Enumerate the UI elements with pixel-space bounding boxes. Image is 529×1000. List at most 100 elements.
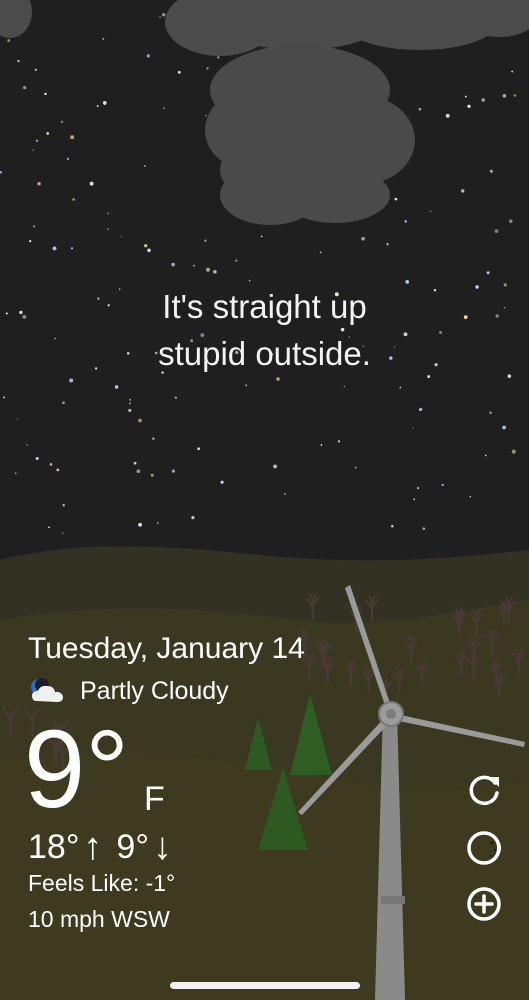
star [35, 457, 39, 460]
star [52, 246, 57, 251]
star [29, 239, 32, 243]
star [138, 522, 142, 527]
star [14, 472, 17, 475]
star [49, 463, 53, 466]
star [412, 427, 414, 430]
star [467, 104, 471, 108]
add-location-icon [467, 887, 501, 921]
star [16, 418, 19, 420]
star [56, 468, 60, 472]
star [494, 229, 499, 234]
star [197, 447, 200, 451]
star [337, 440, 341, 443]
star [513, 94, 517, 97]
star [128, 408, 132, 412]
star [502, 93, 507, 98]
star [37, 182, 41, 186]
star [62, 401, 65, 405]
star [418, 107, 422, 111]
star [260, 235, 263, 238]
star [422, 527, 426, 530]
current-date: Tuesday, January 14 [28, 632, 305, 665]
star [150, 473, 154, 477]
quip-line-2: stupid outside. [158, 335, 371, 372]
moon-phase-icon [467, 831, 501, 865]
star [394, 197, 398, 201]
star [511, 449, 516, 454]
star [46, 131, 50, 135]
star [502, 425, 507, 430]
star [102, 37, 105, 40]
star [276, 377, 280, 381]
star [152, 437, 155, 440]
star [34, 68, 37, 71]
feels-like: Feels Like: -1° [28, 870, 176, 896]
high-temperature: 18° [28, 828, 80, 866]
star [174, 396, 177, 399]
star [511, 70, 514, 73]
star [343, 385, 345, 388]
star [481, 98, 486, 102]
star [245, 384, 248, 387]
star [217, 56, 220, 59]
condition-label: Partly Cloudy [80, 676, 229, 705]
star [205, 114, 207, 117]
star [114, 385, 119, 389]
star [429, 210, 432, 212]
star [128, 402, 132, 405]
star [33, 225, 36, 228]
star [235, 259, 238, 262]
add-location-button[interactable] [464, 884, 504, 924]
star [191, 516, 195, 520]
star [107, 228, 109, 230]
star [486, 271, 490, 275]
star [7, 39, 11, 42]
star [319, 251, 322, 254]
theme-button[interactable] [464, 828, 504, 868]
star [445, 113, 450, 118]
refresh-button[interactable] [464, 770, 504, 810]
star [206, 67, 209, 70]
star [489, 169, 493, 173]
star [69, 378, 74, 383]
home-indicator[interactable] [170, 982, 360, 989]
star [361, 236, 365, 241]
star [386, 243, 389, 246]
star [508, 219, 513, 224]
star [404, 220, 407, 223]
star [441, 483, 444, 486]
star [464, 95, 467, 98]
star [484, 454, 487, 457]
low-temperature: 9° [116, 828, 149, 866]
star [32, 149, 34, 151]
star [469, 496, 471, 498]
star [66, 157, 70, 161]
temperature-unit[interactable]: F [144, 780, 165, 819]
high-low-temperatures: 18° ↑ 9° ↓ [28, 826, 182, 869]
star [206, 267, 210, 272]
star [107, 212, 109, 215]
star [147, 248, 151, 253]
star [213, 270, 217, 274]
star [143, 165, 146, 167]
star [133, 461, 137, 465]
star [120, 236, 123, 238]
star [204, 239, 207, 242]
weather-quip: It's straight up stupid outside. [0, 283, 529, 377]
star [413, 498, 415, 501]
star [391, 525, 394, 528]
down-arrow-icon: ↓ [152, 826, 172, 868]
star [136, 469, 141, 474]
star [159, 16, 161, 18]
star [26, 443, 28, 446]
star [283, 493, 286, 495]
star [70, 135, 75, 140]
star [489, 411, 492, 415]
partly-cloudy-night-icon [31, 678, 63, 702]
star [62, 504, 65, 507]
condition-row: Partly Cloudy [28, 674, 229, 708]
star [156, 522, 159, 524]
star [35, 139, 39, 142]
star [354, 466, 357, 469]
star [461, 189, 465, 193]
